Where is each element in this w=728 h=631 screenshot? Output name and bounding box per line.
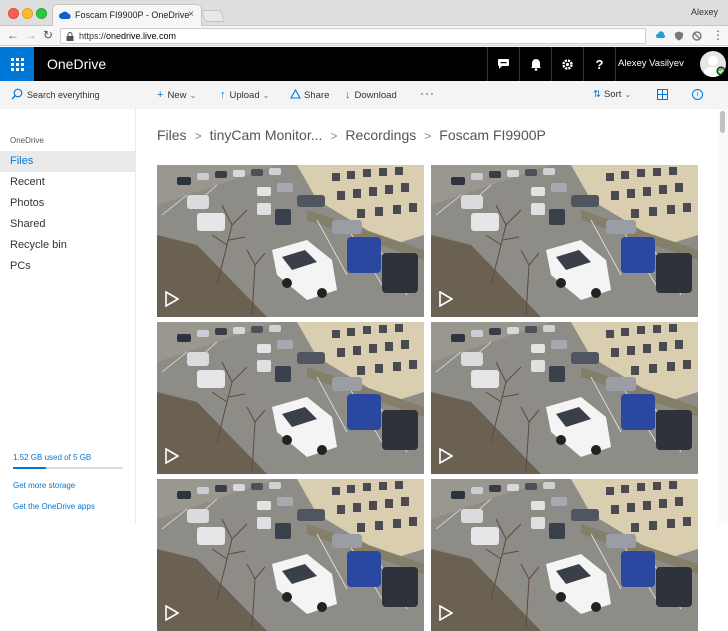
zoom-window-button[interactable]	[36, 8, 47, 19]
new-tab-button[interactable]	[200, 10, 226, 22]
breadcrumb-separator: >	[194, 129, 202, 143]
tab-title: Foscam FI9900P - OneDrive	[75, 10, 190, 20]
lock-icon	[66, 32, 74, 41]
browser-menu-icon[interactable]: ⋮	[712, 28, 724, 42]
sidebar-item-pcs[interactable]: PCs	[0, 256, 136, 277]
download-label: Download	[354, 90, 397, 101]
share-button[interactable]: Share	[290, 88, 330, 101]
download-button[interactable]: ↓ Download	[345, 89, 397, 101]
share-label: Share	[304, 90, 330, 101]
left-nav: OneDrive Files Recent Photos Shared Recy…	[0, 109, 136, 524]
breadcrumb-separator: >	[424, 129, 432, 143]
scrollbar-thumb[interactable]	[720, 111, 725, 133]
app-header: OneDrive ? Alexey Vasilyev	[0, 47, 728, 81]
search-placeholder: Search everything	[27, 90, 100, 100]
sort-label: Sort	[603, 89, 622, 100]
breadcrumb-separator: >	[330, 129, 338, 143]
app-launcher-icon[interactable]	[0, 47, 34, 81]
play-icon	[439, 448, 453, 464]
breadcrumb: Files > tinyCam Monitor... > Recordings > Fosc…	[157, 127, 546, 143]
video-thumbnail[interactable]	[431, 479, 698, 631]
plus-icon: +	[157, 89, 164, 101]
forward-arrow-icon[interactable]: →	[25, 28, 37, 42]
share-icon	[290, 88, 301, 99]
help-icon[interactable]: ?	[583, 47, 615, 81]
chevron-down-icon: ⌄	[262, 91, 270, 100]
browser-tab-bar: Foscam FI9900P - OneDrive × Alexey	[0, 0, 728, 26]
play-icon	[439, 291, 453, 307]
video-thumbnail[interactable]	[157, 165, 424, 317]
new-label: New	[167, 90, 187, 101]
sort-icon: ⇅	[593, 89, 601, 100]
url-field[interactable]: https://onedrive.live.com	[60, 28, 646, 44]
video-thumbnail[interactable]	[431, 322, 698, 474]
url-host: onedrive.live.com	[106, 31, 177, 41]
chevron-down-icon: ⌄	[189, 91, 197, 100]
close-window-button[interactable]	[8, 8, 19, 19]
upload-label: Upload	[229, 90, 260, 101]
onedrive-cloud-icon	[59, 11, 71, 19]
get-more-storage-link[interactable]: Get more storage	[13, 481, 75, 490]
video-thumbnail[interactable]	[157, 479, 424, 631]
tab-close-icon[interactable]: ×	[188, 9, 194, 20]
app-brand[interactable]: OneDrive	[47, 56, 106, 72]
sidebar-item-photos[interactable]: Photos	[0, 193, 136, 214]
search-input[interactable]: Search everything	[0, 81, 136, 109]
search-icon	[11, 88, 23, 100]
gear-icon[interactable]	[551, 47, 583, 81]
header-divider	[615, 47, 616, 81]
new-button[interactable]: + New ⌄	[157, 89, 196, 101]
breadcrumb-item[interactable]: Recordings	[345, 127, 416, 143]
video-thumbnail-grid	[157, 165, 698, 631]
play-icon	[165, 605, 179, 621]
chevron-down-icon: ⌄	[624, 90, 632, 99]
sidebar-item-recent[interactable]: Recent	[0, 172, 136, 193]
storage-quota-bar	[13, 467, 123, 469]
storage-quota-text[interactable]: 1.52 GB used of 5 GB	[13, 453, 91, 462]
breadcrumb-item[interactable]: tinyCam Monitor...	[210, 127, 323, 143]
browser-tab[interactable]: Foscam FI9900P - OneDrive ×	[52, 4, 202, 26]
info-icon[interactable]: i	[692, 89, 703, 100]
play-icon	[439, 605, 453, 621]
shield-extension-icon[interactable]	[674, 31, 684, 41]
reload-icon[interactable]: ↻	[43, 28, 53, 42]
sidebar-item-recycle-bin[interactable]: Recycle bin	[0, 235, 136, 256]
back-arrow-icon[interactable]: ←	[7, 28, 19, 42]
minimize-window-button[interactable]	[22, 8, 33, 19]
breadcrumb-current[interactable]: Foscam FI9900P	[439, 127, 546, 143]
command-bar: Search everything + New ⌄ ↑ Upload ⌄ Share ↓…	[0, 81, 728, 109]
grid-view-icon[interactable]	[657, 89, 668, 100]
browser-profile-name[interactable]: Alexey	[691, 7, 718, 17]
sidebar-item-shared[interactable]: Shared	[0, 214, 136, 235]
sort-button[interactable]: ⇅ Sort ⌄	[593, 89, 631, 100]
user-name[interactable]: Alexey Vasilyev	[618, 58, 684, 69]
cloud-extension-icon[interactable]	[656, 31, 666, 41]
nav-section-label: OneDrive	[10, 136, 44, 145]
bell-icon[interactable]	[519, 47, 551, 81]
more-options-icon[interactable]: ···	[420, 86, 435, 100]
avatar[interactable]	[700, 51, 726, 77]
upload-button[interactable]: ↑ Upload ⌄	[220, 89, 269, 101]
block-extension-icon[interactable]	[692, 31, 702, 41]
url-scheme: https://	[79, 31, 107, 41]
upload-arrow-icon: ↑	[220, 89, 226, 101]
download-arrow-icon: ↓	[345, 89, 351, 101]
chat-icon[interactable]	[487, 47, 519, 81]
sidebar-item-files[interactable]: Files	[0, 151, 136, 172]
video-thumbnail[interactable]	[431, 165, 698, 317]
get-apps-link[interactable]: Get the OneDrive apps	[13, 502, 95, 511]
play-icon	[165, 448, 179, 464]
scrollbar[interactable]	[718, 109, 728, 524]
breadcrumb-item[interactable]: Files	[157, 127, 187, 143]
play-icon	[165, 291, 179, 307]
storage-quota-fill	[13, 467, 47, 469]
video-thumbnail[interactable]	[157, 322, 424, 474]
address-toolbar: ← → ↻ https://onedrive.live.com ⋮	[0, 26, 728, 46]
